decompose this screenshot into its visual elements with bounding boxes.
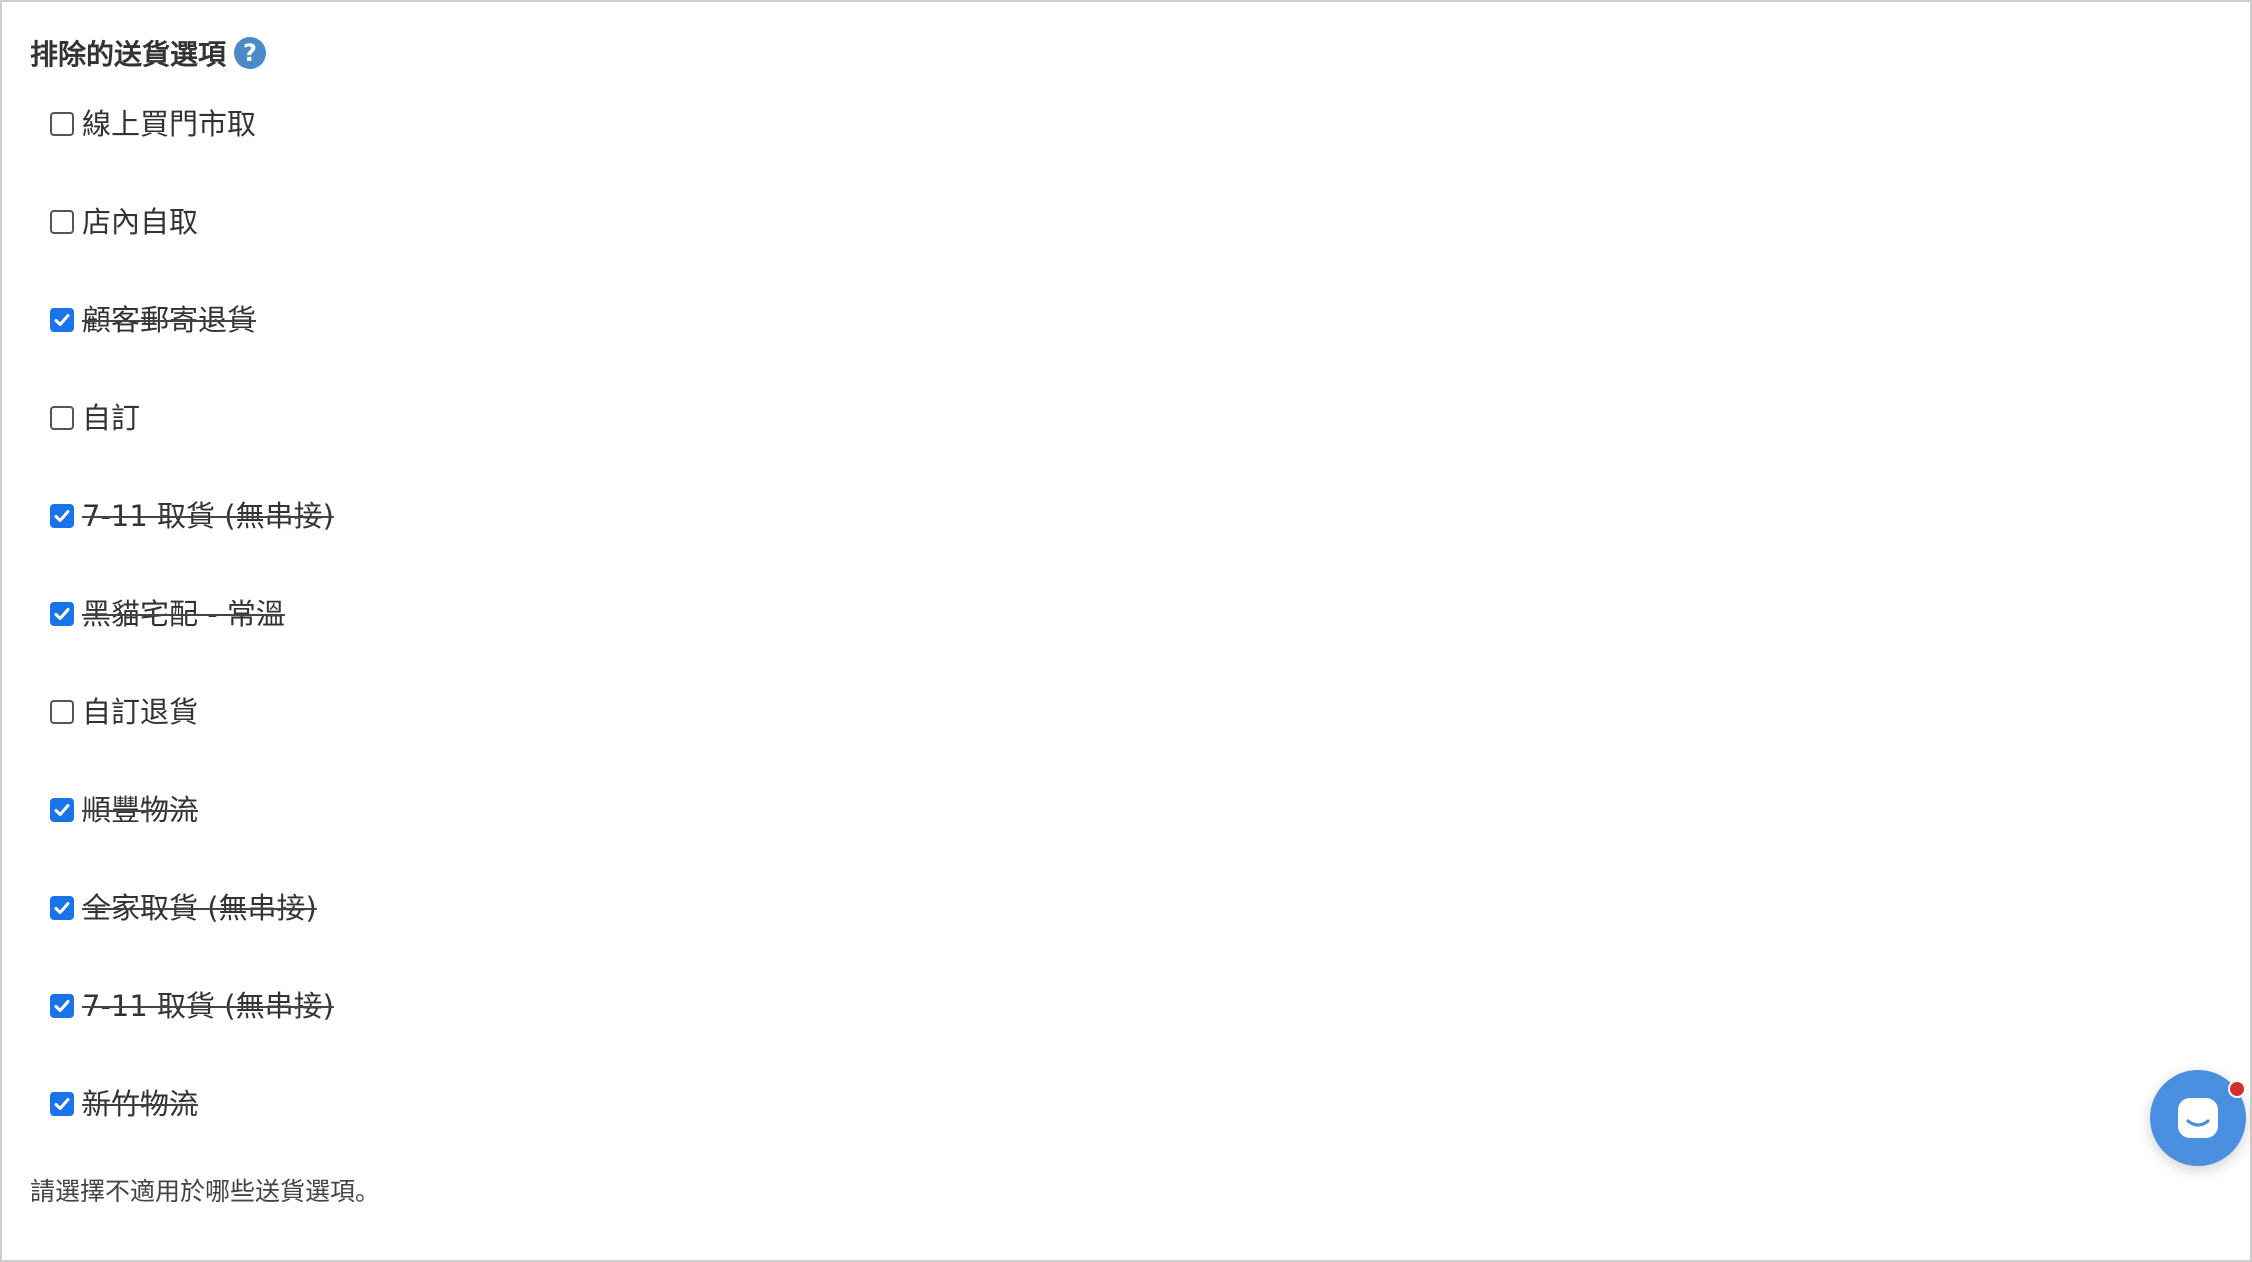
option-checkbox[interactable] (50, 896, 74, 920)
checkmark-icon (54, 1098, 70, 1110)
shipping-option[interactable]: 全家取貨 (無串接) (50, 884, 334, 982)
checkmark-icon (54, 902, 70, 914)
option-label: 顧客郵寄退貨 (82, 303, 257, 337)
shipping-option[interactable]: 新竹物流 (50, 1080, 334, 1178)
checkmark-icon (54, 804, 70, 816)
shipping-option[interactable]: 7-11 取貨 (無串接) (50, 982, 334, 1080)
chat-bubble-icon (2178, 1098, 2218, 1138)
checkmark-icon (54, 314, 70, 326)
option-checkbox[interactable] (50, 994, 74, 1018)
option-label: 店內自取 (82, 205, 199, 239)
section-title: 排除的送貨選項 (30, 38, 227, 71)
option-checkbox[interactable] (50, 798, 74, 822)
option-checkbox[interactable] (50, 210, 74, 234)
option-checkbox[interactable] (50, 112, 74, 136)
option-checkbox[interactable] (50, 1092, 74, 1116)
option-label: 自訂退貨 (82, 695, 199, 729)
help-icon[interactable]: ? (234, 37, 267, 69)
page-frame: 排除的送貨選項 ? 線上買門市取 店內自取 顧客郵寄退貨 自訂 7-11 取貨 … (0, 0, 2252, 1262)
option-checkbox[interactable] (50, 602, 74, 626)
option-checkbox[interactable] (50, 700, 74, 724)
shipping-option[interactable]: 顧客郵寄退貨 (50, 296, 334, 394)
shipping-option[interactable]: 自訂退貨 (50, 688, 334, 786)
shipping-option[interactable]: 7-11 取貨 (無串接) (50, 492, 334, 590)
option-checkbox[interactable] (50, 504, 74, 528)
shipping-options-list: 線上買門市取 店內自取 顧客郵寄退貨 自訂 7-11 取貨 (無串接) 黑貓宅配… (50, 100, 334, 1178)
shipping-option[interactable]: 順豐物流 (50, 786, 334, 884)
option-label: 全家取貨 (無串接) (82, 891, 317, 925)
checkmark-icon (54, 510, 70, 522)
option-label: 自訂 (82, 401, 141, 435)
checkmark-icon (54, 608, 70, 620)
shipping-option[interactable]: 自訂 (50, 394, 334, 492)
option-label: 順豐物流 (82, 793, 199, 827)
shipping-option[interactable]: 黑貓宅配 - 常溫 (50, 590, 334, 688)
help-text: 請選擇不適用於哪些送貨選項。 (30, 1177, 381, 1206)
checkmark-icon (54, 1000, 70, 1012)
notification-dot (2228, 1080, 2246, 1098)
shipping-option[interactable]: 店內自取 (50, 198, 334, 296)
section-header: 排除的送貨選項 ? (30, 30, 267, 76)
option-label: 7-11 取貨 (無串接) (82, 499, 334, 533)
option-checkbox[interactable] (50, 406, 74, 430)
shipping-option[interactable]: 線上買門市取 (50, 100, 334, 198)
option-label: 黑貓宅配 - 常溫 (82, 597, 285, 631)
option-checkbox[interactable] (50, 308, 74, 332)
option-label: 7-11 取貨 (無串接) (82, 989, 334, 1023)
option-label: 線上買門市取 (82, 107, 257, 141)
option-label: 新竹物流 (82, 1087, 199, 1121)
